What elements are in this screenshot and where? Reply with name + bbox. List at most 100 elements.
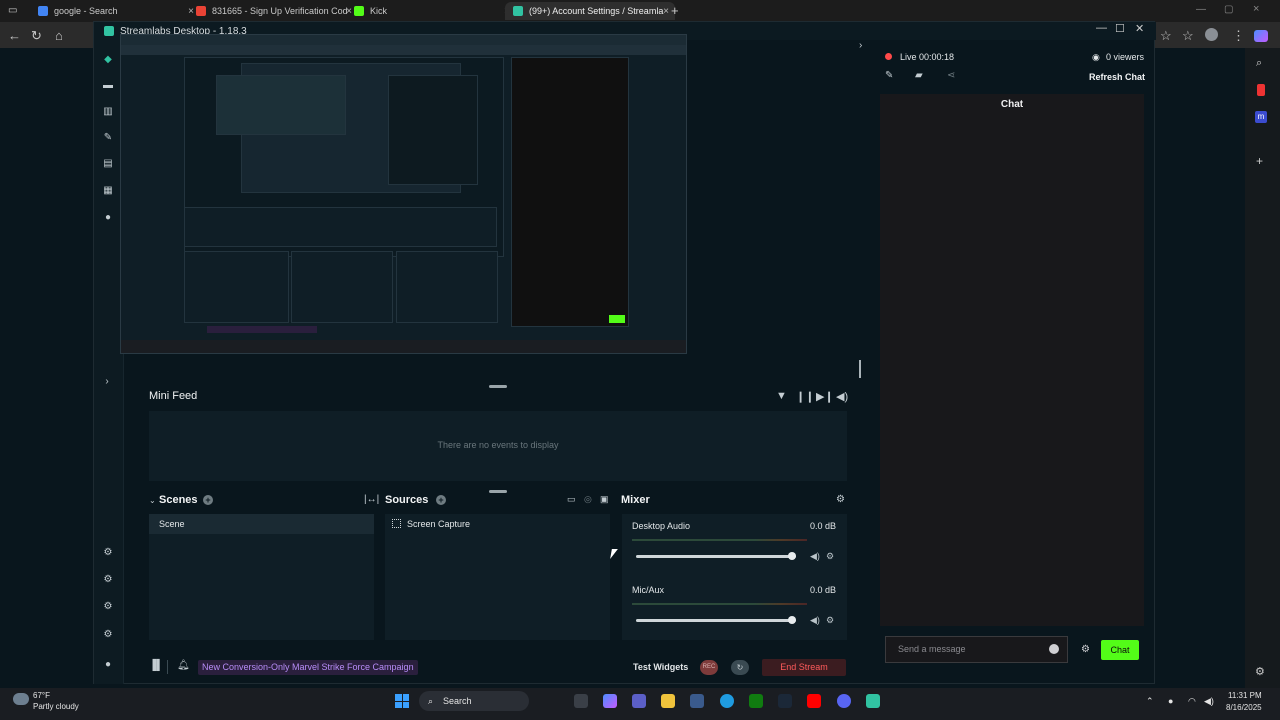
themes-icon[interactable]: ✎ — [102, 132, 114, 144]
performance-icon[interactable]: ▐▌ — [149, 660, 163, 671]
browser-maximize-icon[interactable]: ▢ — [1224, 4, 1233, 15]
back-icon[interactable]: ← — [8, 28, 21, 43]
settings-icon[interactable]: ⚙ — [102, 629, 114, 641]
edge-icon[interactable] — [720, 694, 734, 708]
tray-overflow-icon[interactable]: ⌃ — [1146, 696, 1154, 707]
weather-cloud-icon[interactable] — [13, 693, 29, 705]
refresh-chat-button[interactable]: Refresh Chat — [1089, 72, 1145, 82]
scene-transitions-icon[interactable]: |↔| — [364, 494, 379, 505]
volume-slider-thumb[interactable] — [788, 616, 796, 624]
test-widgets-button[interactable]: Test Widgets — [633, 662, 688, 672]
extensions-icon[interactable]: ☆ — [1182, 28, 1194, 44]
tools-icon[interactable]: ⚙ — [102, 574, 114, 586]
record-button[interactable]: REC — [700, 660, 718, 675]
copilot-icon[interactable] — [1254, 30, 1268, 42]
task-view-icon[interactable] — [574, 694, 588, 708]
close-tab-icon[interactable]: × — [663, 6, 669, 17]
add-folder-icon[interactable]: ▣ — [600, 494, 609, 505]
profile-icon[interactable]: ● — [102, 659, 114, 671]
source-group-icon[interactable]: ◎ — [584, 494, 592, 505]
microphone-icon[interactable]: ● — [1168, 696, 1173, 706]
browser-tab-streamlabs[interactable]: (99+) Account Settings / Streamla × — [505, 2, 675, 20]
clock-date[interactable]: 8/16/2025 — [1226, 703, 1262, 712]
go-live-camera-icon[interactable]: ▰ — [915, 70, 923, 81]
speaker-tray-icon[interactable]: ◀) — [1204, 696, 1214, 707]
channel-settings-icon[interactable]: ⚙ — [826, 615, 834, 626]
source-item[interactable]: Screen Capture — [385, 514, 610, 534]
sidebar-m-icon[interactable]: m — [1255, 111, 1267, 123]
volume-icon[interactable]: ◀) — [836, 390, 848, 403]
share-icon[interactable]: ⋖ — [947, 70, 955, 81]
volume-slider[interactable] — [636, 555, 796, 558]
chat-input[interactable]: Send a message — [898, 644, 966, 654]
highlighter-icon[interactable]: ▦ — [102, 185, 114, 197]
add-scene-icon[interactable]: + — [203, 495, 213, 505]
speaker-icon[interactable]: ◀) — [810, 551, 820, 562]
new-tab-icon[interactable]: + — [671, 3, 679, 18]
browser-tab-kick[interactable]: Kick × — [346, 2, 516, 20]
browser-minimize-icon[interactable]: — — [1196, 4, 1206, 15]
sidebar-add-icon[interactable]: + — [1256, 154, 1263, 168]
copilot-taskbar-icon[interactable] — [603, 694, 617, 708]
collapse-chat-icon[interactable]: › — [859, 40, 862, 51]
preview-resize-handle[interactable] — [859, 360, 861, 378]
wifi-icon[interactable]: ◠ — [1188, 696, 1196, 707]
collapse-scenes-icon[interactable]: ⌄ — [149, 496, 156, 505]
close-icon[interactable]: ✕ — [1135, 22, 1144, 35]
minimize-icon[interactable]: — — [1096, 22, 1107, 34]
notification-bell-icon[interactable]: 🔔︎ — [177, 660, 190, 671]
discord-icon[interactable] — [837, 694, 851, 708]
browser-tab-gmail[interactable]: 831665 - Sign Up Verification Cod × — [188, 2, 358, 20]
chat-send-button[interactable]: Chat — [1101, 640, 1139, 660]
edit-stream-info-icon[interactable]: ✎ — [885, 70, 893, 81]
weather-temp[interactable]: 67°F — [33, 691, 50, 700]
filter-icon[interactable]: ▼ — [776, 390, 787, 402]
bookmark-star-icon[interactable]: ☆ — [1160, 28, 1172, 44]
tab-actions-icon[interactable]: ▭ — [8, 5, 17, 16]
dock-resize-handle[interactable] — [489, 490, 507, 493]
clock-time[interactable]: 11:31 PM — [1228, 691, 1262, 700]
youtube-icon[interactable] — [807, 694, 821, 708]
weather-desc[interactable]: Partly cloudy — [33, 702, 79, 711]
teams-icon[interactable] — [632, 694, 646, 708]
stream-preview[interactable] — [120, 34, 687, 354]
speaker-icon[interactable]: ◀) — [810, 615, 820, 626]
home-icon[interactable]: ⌂ — [55, 28, 63, 43]
plugins-icon[interactable]: ⚙ — [102, 601, 114, 613]
pause-icon[interactable]: ❙❙ — [796, 390, 814, 403]
skip-icon[interactable]: ▶❙ — [816, 390, 834, 403]
volume-slider[interactable] — [636, 619, 796, 622]
channel-settings-icon[interactable]: ⚙ — [826, 551, 834, 562]
sidebar-app-icon[interactable] — [1257, 84, 1265, 96]
xbox-icon[interactable] — [749, 694, 763, 708]
add-source-icon[interactable]: + — [436, 495, 446, 505]
scene-item[interactable]: Scene — [149, 514, 374, 534]
ultra-icon[interactable]: ⚙ — [102, 547, 114, 559]
sidebar-search-icon[interactable]: ⌕ — [1256, 57, 1262, 70]
volume-slider-thumb[interactable] — [788, 552, 796, 560]
profile-avatar[interactable] — [1205, 28, 1218, 41]
source-filters-icon[interactable]: ▭ — [567, 494, 576, 505]
chat-settings-icon[interactable]: ⚙ — [1081, 644, 1090, 655]
replay-buffer-icon[interactable]: ↻ — [731, 660, 749, 675]
editor-icon[interactable]: ◆ — [102, 54, 114, 66]
minifeed-resize-handle[interactable] — [489, 385, 507, 388]
store-icon[interactable] — [690, 694, 704, 708]
layout-icon[interactable]: ▥ — [102, 106, 114, 118]
streamlabs-taskbar-icon[interactable] — [866, 694, 880, 708]
browser-menu-icon[interactable]: ⋮ — [1232, 28, 1245, 44]
browser-close-icon[interactable]: × — [1253, 3, 1259, 15]
dashboard-icon[interactable]: ▬ — [102, 80, 114, 92]
browser-tab-google[interactable]: google - Search × — [30, 2, 200, 20]
file-explorer-icon[interactable] — [661, 694, 675, 708]
sidebar-settings-icon[interactable]: ⚙ — [1255, 665, 1265, 678]
taskbar-search[interactable]: Search — [419, 691, 529, 711]
expand-nav-icon[interactable]: › — [101, 376, 113, 388]
campaign-notification[interactable]: New Conversion-Only Marvel Strike Force … — [198, 660, 418, 675]
maximize-icon[interactable]: ☐ — [1115, 22, 1125, 35]
emote-icon[interactable] — [1049, 644, 1059, 654]
windows-start-icon[interactable] — [395, 694, 409, 708]
reload-icon[interactable]: ↻ — [31, 28, 42, 44]
chat-input-box[interactable]: Send a message — [885, 636, 1068, 663]
app-store-icon[interactable]: ▤ — [102, 158, 114, 170]
